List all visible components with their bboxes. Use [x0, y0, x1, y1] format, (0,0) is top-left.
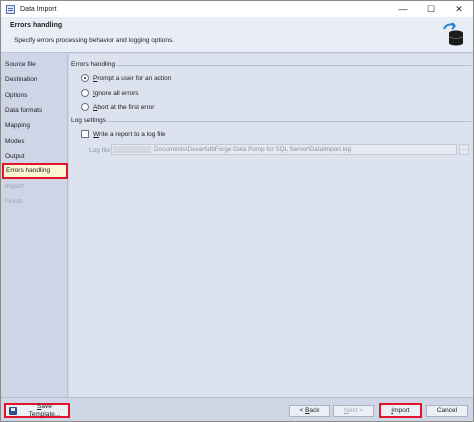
data-import-logo-icon: [443, 22, 464, 46]
sidebar-item-errors-handling[interactable]: Errors handling: [2, 163, 68, 179]
log-file-label: Log file:: [89, 147, 112, 154]
cancel-button[interactable]: Cancel: [426, 405, 468, 417]
redacted-path-segment: [113, 146, 151, 153]
ignore-errors-radio[interactable]: Ignore all errors: [81, 89, 139, 97]
data-import-window: Data Import — ☐ ✕ Errors handling Specif…: [0, 0, 474, 422]
sidebar-item-source-file[interactable]: Source file: [5, 59, 36, 71]
log-file-path: Documents\Devart\dbForge Data Pump for S…: [154, 146, 352, 153]
group-divider: [107, 121, 471, 122]
next-button: Next >: [333, 405, 374, 417]
abort-first-error-radio[interactable]: Abort at the first error: [81, 103, 154, 111]
sidebar-item-finish: Finish: [5, 198, 23, 205]
page-title: Errors handling: [10, 22, 63, 29]
wizard-header: Errors handling Specify errors processin…: [1, 17, 473, 53]
sidebar-item-options[interactable]: Options: [5, 90, 27, 102]
log-file-input: Documents\Devart\dbForge Data Pump for S…: [111, 144, 457, 155]
radio-selected-icon[interactable]: [81, 74, 89, 82]
window-title: Data Import: [20, 5, 57, 13]
wizard-sidebar: Source file Destination Options Data for…: [1, 54, 68, 397]
floppy-disk-icon: [9, 406, 17, 415]
prompt-user-radio[interactable]: Prompt a user for an action: [81, 74, 171, 82]
minimize-icon[interactable]: —: [389, 1, 417, 17]
checkbox-icon[interactable]: [81, 130, 89, 138]
app-icon: [6, 4, 15, 14]
save-template-label: Save Template...: [28, 402, 61, 418]
sidebar-item-import: Import: [5, 183, 24, 190]
radio-icon[interactable]: [81, 89, 89, 97]
import-button[interactable]: Import: [379, 403, 422, 418]
save-template-button[interactable]: Save Template...: [4, 403, 70, 418]
write-report-label: Write a report to a log file: [93, 130, 166, 138]
sidebar-item-data-formats[interactable]: Data formats: [5, 105, 42, 117]
wizard-footer: Save Template... < Back Next > Import Ca…: [1, 397, 473, 421]
window-controls: — ☐ ✕: [389, 1, 473, 17]
ignore-errors-label: Ignore all errors: [93, 89, 139, 97]
maximize-icon[interactable]: ☐: [417, 1, 445, 17]
group-divider: [117, 65, 471, 66]
log-settings-group-label: Log settings: [71, 117, 107, 124]
close-icon[interactable]: ✕: [445, 1, 473, 17]
back-button[interactable]: < Back: [289, 405, 330, 417]
sidebar-item-mapping[interactable]: Mapping: [5, 120, 30, 132]
sidebar-item-modes[interactable]: Modes: [5, 136, 25, 148]
title-bar: Data Import — ☐ ✕: [1, 1, 473, 17]
prompt-user-label: Prompt a user for an action: [93, 74, 172, 82]
browse-log-file-button: ...: [459, 144, 469, 155]
abort-first-error-label: Abort at the first error: [93, 103, 155, 111]
radio-icon[interactable]: [81, 103, 89, 111]
errors-handling-panel: Errors handling Prompt a user for an act…: [69, 54, 473, 397]
errors-handling-group-label: Errors handling: [71, 61, 116, 68]
page-subtitle: Specify errors processing behavior and l…: [14, 37, 175, 44]
sidebar-item-output[interactable]: Output: [5, 151, 25, 163]
sidebar-item-destination[interactable]: Destination: [5, 74, 38, 86]
write-report-checkbox[interactable]: Write a report to a log file: [81, 130, 166, 138]
